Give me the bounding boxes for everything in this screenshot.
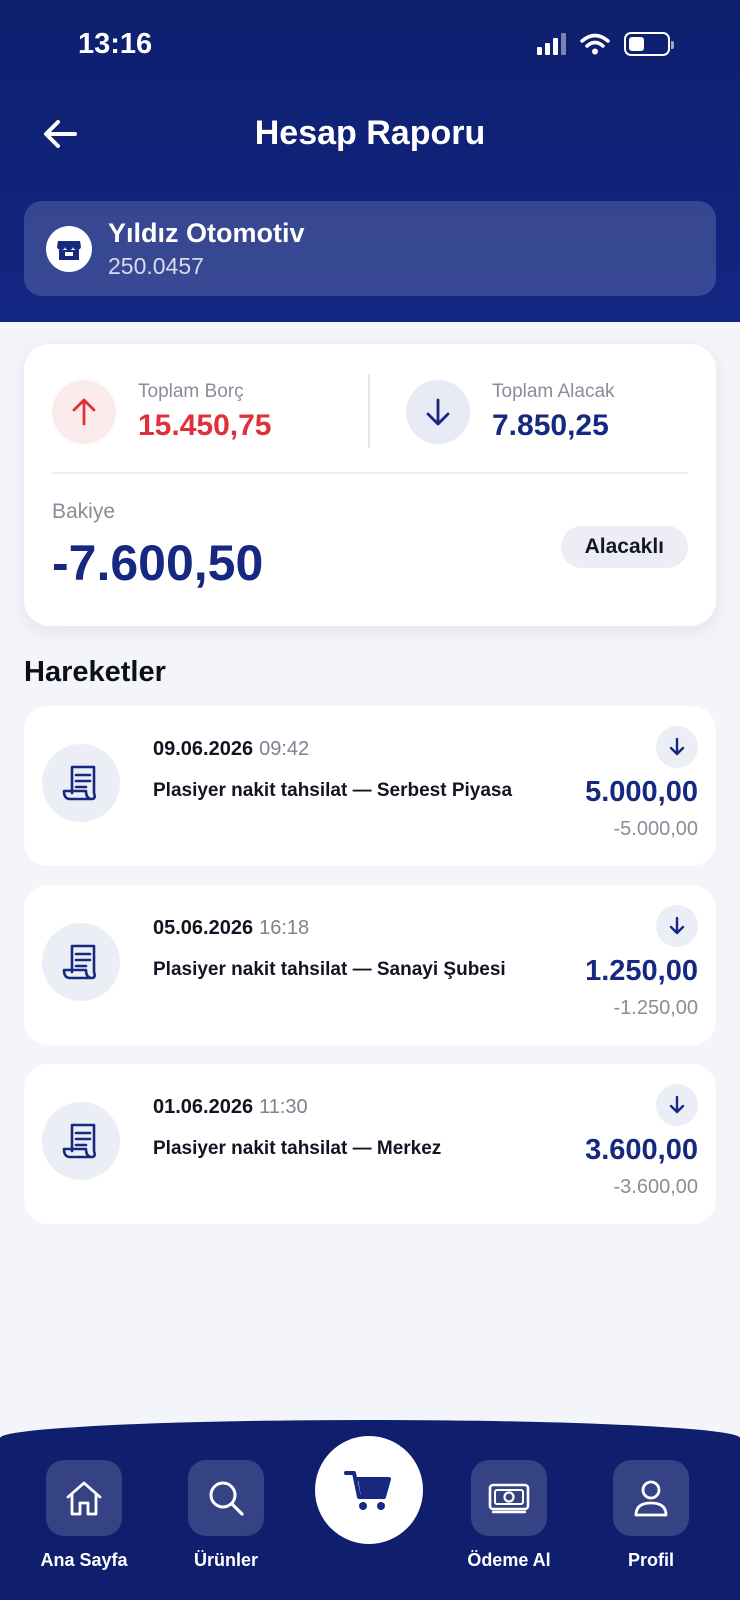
transaction-time: 16:18 bbox=[259, 917, 310, 939]
cart-button[interactable] bbox=[315, 1436, 423, 1544]
receipt-icon bbox=[42, 923, 120, 1001]
receipt-icon bbox=[42, 744, 120, 822]
total-credit-value: 7.850,25 bbox=[492, 409, 609, 442]
total-debt: Toplam Borç 15.450,75 bbox=[52, 380, 271, 444]
arrow-down-icon bbox=[656, 726, 698, 768]
balance-status-badge: Alacaklı bbox=[560, 526, 688, 568]
nav-products[interactable]: Ürünler bbox=[166, 1460, 286, 1571]
search-icon bbox=[209, 1481, 244, 1516]
account-report-screen: 13:16 Hesap Raporu Yıldız Otomotiv 250.0… bbox=[0, 0, 740, 1600]
transaction-amount: 3.600,00 bbox=[585, 1134, 698, 1166]
cart-icon bbox=[344, 1471, 391, 1510]
summary-card: Toplam Borç 15.450,75 Toplam Alacak 7.85… bbox=[24, 344, 716, 626]
nav-home[interactable]: Ana Sayfa bbox=[24, 1460, 144, 1571]
account-code: 250.0457 bbox=[108, 252, 204, 279]
transaction-amount: 5.000,00 bbox=[585, 776, 698, 808]
nav-profile[interactable]: Profil bbox=[591, 1460, 711, 1571]
total-credit-label: Toplam Alacak bbox=[492, 381, 615, 402]
nav-payment[interactable]: Ödeme Al bbox=[449, 1460, 569, 1571]
transaction-date-value: 09.06.2026 bbox=[153, 738, 254, 760]
page-title: Hesap Raporu bbox=[254, 114, 486, 152]
home-button[interactable] bbox=[46, 1460, 122, 1536]
products-button[interactable] bbox=[188, 1460, 264, 1536]
nav-payment-label: Ödeme Al bbox=[467, 1550, 551, 1570]
total-credit: Toplam Alacak 7.850,25 bbox=[406, 380, 615, 444]
transaction-date-value: 05.06.2026 bbox=[153, 917, 254, 939]
transaction-time: 11:30 bbox=[259, 1096, 308, 1118]
transaction-item[interactable]: 01.06.2026 11:30 Plasiyer nakit tahsilat … bbox=[24, 1064, 716, 1224]
transaction-date: 01.06.2026 11:30 bbox=[153, 1096, 308, 1119]
header: 13:16 Hesap Raporu Yıldız Otomotiv 250.0… bbox=[0, 0, 740, 322]
store-icon bbox=[46, 225, 92, 272]
account-card: Yıldız Otomotiv 250.0457 bbox=[24, 201, 716, 296]
wifi-icon bbox=[580, 33, 610, 55]
receipt-icon bbox=[42, 1102, 120, 1180]
nav-products-label: Ürünler bbox=[193, 1550, 258, 1570]
payment-button[interactable] bbox=[471, 1460, 547, 1536]
transaction-date: 05.06.2026 16:18 bbox=[153, 917, 309, 940]
divider bbox=[368, 374, 370, 448]
battery-icon bbox=[624, 32, 674, 56]
section-title: Hareketler bbox=[24, 656, 166, 688]
status-icons bbox=[537, 32, 674, 56]
arrow-down-icon bbox=[406, 380, 470, 444]
transaction-time: 09:42 bbox=[259, 738, 310, 760]
transaction-item[interactable]: 09.06.2026 09:42 Plasiyer nakit tahsilat … bbox=[24, 706, 716, 866]
arrow-up-icon bbox=[52, 380, 116, 444]
cash-icon bbox=[488, 1483, 530, 1514]
transaction-date-value: 01.06.2026 bbox=[153, 1096, 254, 1118]
nav-profile-label: Profil bbox=[627, 1550, 674, 1570]
account-name: Yıldız Otomotiv bbox=[108, 217, 305, 248]
total-debt-value: 15.450,75 bbox=[138, 409, 272, 442]
arrow-down-icon bbox=[656, 905, 698, 947]
user-icon bbox=[634, 1480, 668, 1517]
transaction-date: 09.06.2026 09:42 bbox=[153, 738, 309, 761]
home-icon bbox=[66, 1481, 102, 1516]
status-time: 13:16 bbox=[78, 28, 153, 60]
total-debt-label: Toplam Borç bbox=[138, 381, 244, 402]
nav-home-label: Ana Sayfa bbox=[40, 1550, 128, 1570]
balance-label: Bakiye bbox=[52, 500, 116, 523]
transaction-description: Plasiyer nakit tahsilat — Sanayi Şubesi bbox=[153, 959, 506, 980]
transaction-balance: -3.600,00 bbox=[613, 1176, 698, 1198]
balance-value: -7.600,50 bbox=[52, 535, 264, 591]
signal-icon bbox=[537, 33, 566, 55]
profile-button[interactable] bbox=[613, 1460, 689, 1536]
transaction-balance: -1.250,00 bbox=[613, 997, 698, 1019]
transaction-balance: -5.000,00 bbox=[613, 818, 698, 840]
transaction-description: Plasiyer nakit tahsilat — Merkez bbox=[153, 1138, 442, 1159]
transaction-item[interactable]: 05.06.2026 16:18 Plasiyer nakit tahsilat … bbox=[24, 885, 716, 1045]
transaction-amount: 1.250,00 bbox=[585, 955, 698, 987]
divider bbox=[52, 472, 688, 474]
arrow-down-icon bbox=[656, 1084, 698, 1126]
transaction-description: Plasiyer nakit tahsilat — Serbest Piyasa bbox=[153, 780, 513, 801]
